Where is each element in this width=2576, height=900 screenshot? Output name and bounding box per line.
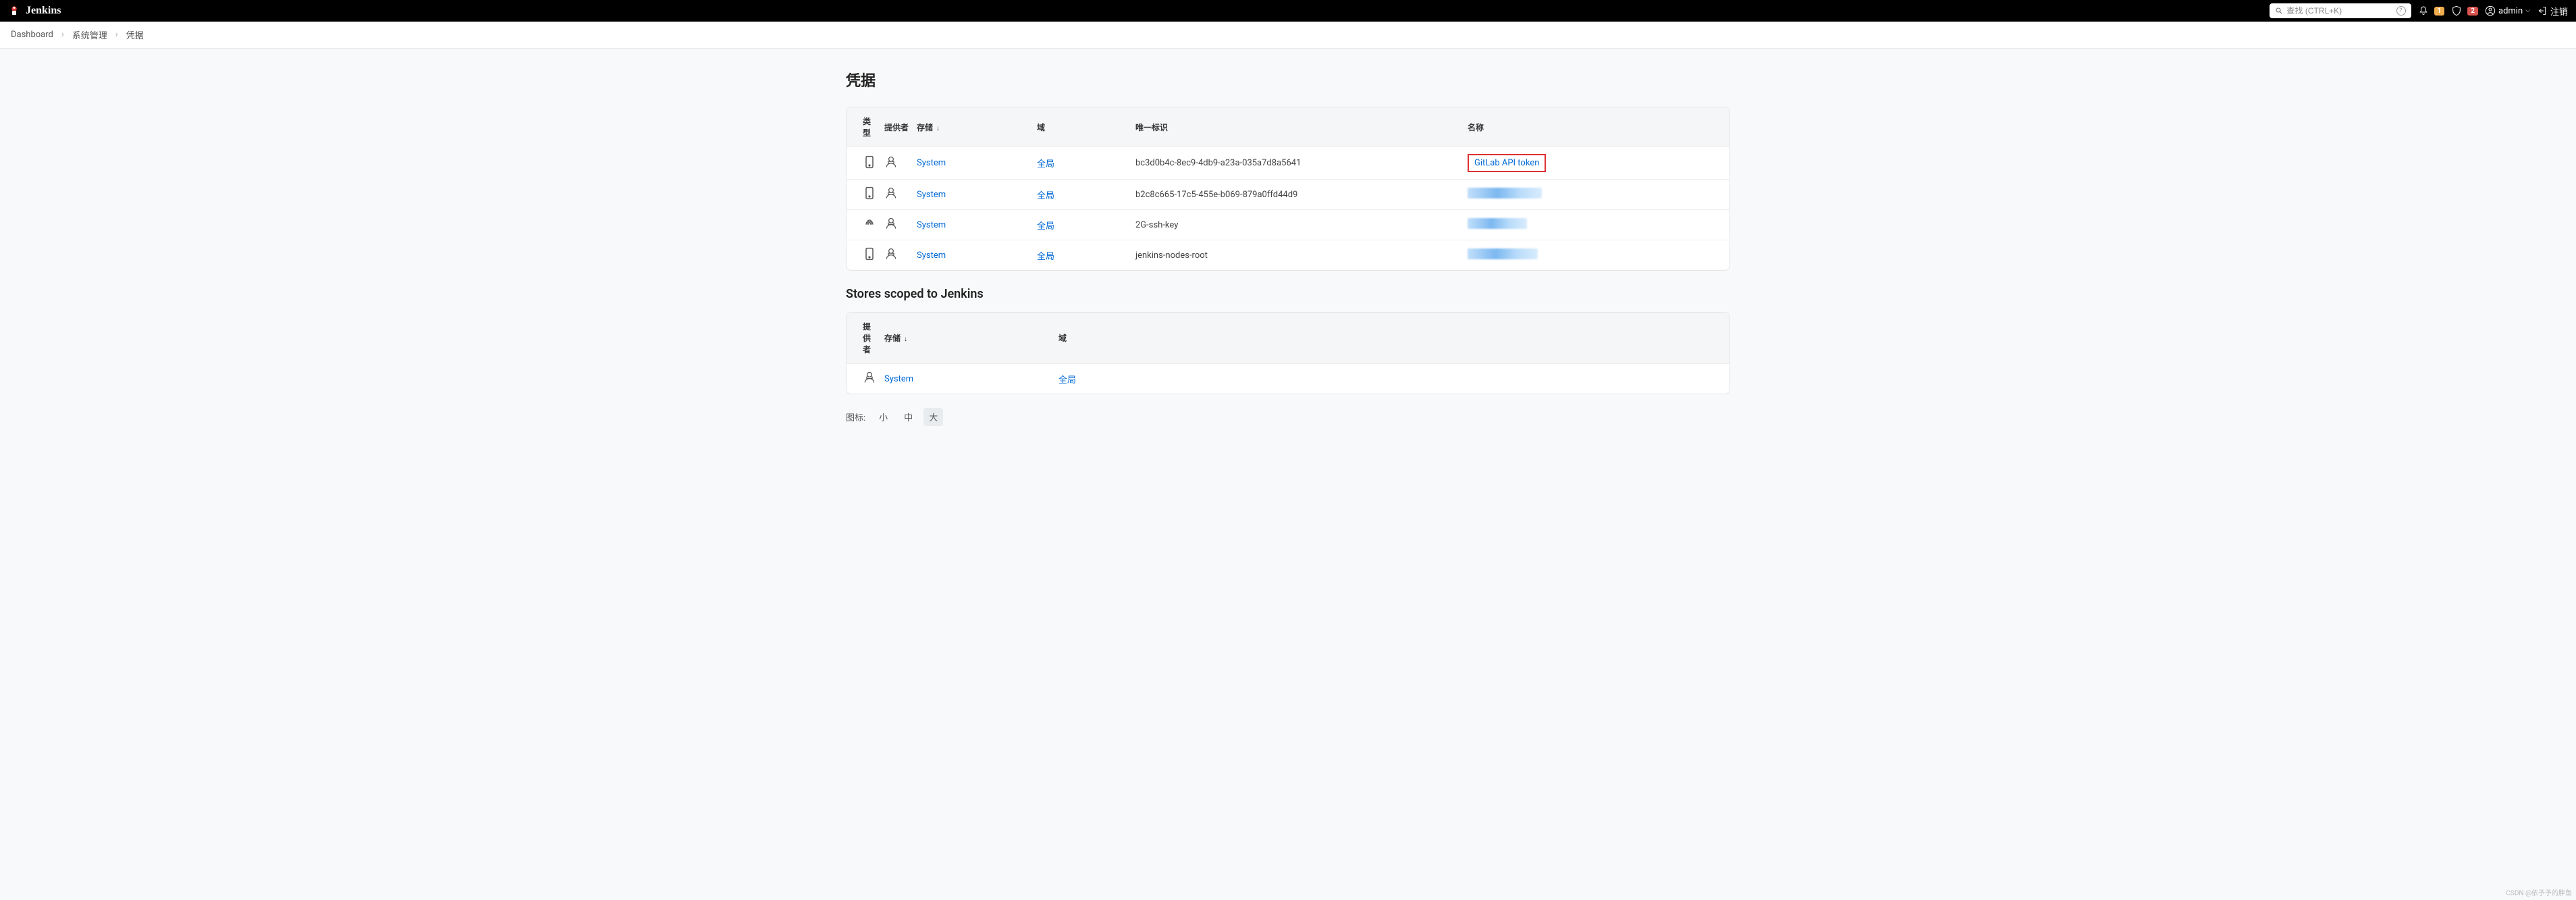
size-medium-button[interactable]: 中 [898,408,918,426]
col-type[interactable]: 类型 [847,107,880,147]
col-store[interactable]: 存储 ↓ [880,313,1054,364]
top-header: Jenkins ? 1 2 admin ⌵ 注销 [0,0,2576,22]
domain-link[interactable]: 全局 [1037,221,1054,232]
user-icon [2485,5,2496,16]
stores-table-panel: 提供者 存储 ↓ 域 System 全局 [846,312,1730,394]
store-link[interactable]: System [917,250,946,261]
main-content: 凭据 类型 提供者 存储 ↓ 域 唯一标识 名称 System 全局 bc3d0b4… [846,49,1730,440]
logout-label: 注销 [2550,5,2568,18]
notification-badge[interactable]: 1 [2434,7,2445,16]
chevron-right-icon: › [61,30,64,40]
sort-down-icon: ↓ [904,336,907,343]
alert-badge[interactable]: 2 [2467,7,2478,16]
store-link[interactable]: System [917,190,946,200]
redacted-name[interactable] [1468,248,1538,259]
page-title: 凭据 [846,69,1730,90]
user-menu[interactable]: admin ⌵ [2485,5,2530,16]
chevron-down-icon: ⌵ [2525,7,2530,14]
help-icon[interactable]: ? [2396,6,2406,16]
domain-link[interactable]: 全局 [1037,191,1054,201]
credentials-table: 类型 提供者 存储 ↓ 域 唯一标识 名称 System 全局 bc3d0b4c-8… [847,107,1729,270]
breadcrumb: Dashboard › 系统管理 › 凭据 [0,22,2576,49]
provider-icon [884,217,898,230]
col-domain[interactable]: 域 [1054,313,1729,364]
search-icon [2275,7,2283,15]
footer-watermark: CSDN @依予予的胖鱼 [2506,887,2572,897]
col-name[interactable]: 名称 [1464,107,1729,147]
credential-id: 2G-ssh-key [1131,210,1464,240]
col-provider[interactable]: 提供者 [880,107,913,147]
icon-size-selector: 图标: 小 中 大 [846,408,1730,426]
notification-bell-icon[interactable] [2418,5,2429,16]
credential-id: jenkins-nodes-root [1131,240,1464,271]
redacted-name[interactable] [1468,218,1527,229]
cred-token-icon [863,186,876,200]
domain-link[interactable]: 全局 [1037,159,1054,169]
jenkins-logo-icon[interactable] [8,5,20,17]
credentials-table-panel: 类型 提供者 存储 ↓ 域 唯一标识 名称 System 全局 bc3d0b4c-8… [846,107,1730,271]
col-id[interactable]: 唯一标识 [1131,107,1464,147]
provider-icon [884,186,898,200]
iconsize-label: 图标: [846,411,865,423]
provider-icon [884,247,898,261]
brand-label[interactable]: Jenkins [26,5,61,17]
store-link[interactable]: System [917,220,946,230]
chevron-right-icon: › [115,30,118,40]
section-title: Stores scoped to Jenkins [846,287,1730,301]
credential-name-link[interactable]: GitLab API token [1474,158,1539,168]
table-row: System 全局 bc3d0b4c-8ec9-4db9-a23a-035a7d8a… [847,147,1729,180]
header-left: Jenkins [8,5,61,17]
redacted-name[interactable] [1468,188,1542,198]
domain-link[interactable]: 全局 [1058,375,1076,386]
store-link[interactable]: System [917,158,946,168]
breadcrumb-item[interactable]: Dashboard [11,30,53,40]
table-row: System 全局 2G-ssh-key [847,210,1729,240]
shield-alert-icon[interactable] [2451,5,2462,16]
credential-id: bc3d0b4c-8ec9-4db9-a23a-035a7d8a5641 [1131,147,1464,180]
logout-link[interactable]: 注销 [2537,5,2568,18]
username-label: admin [2498,6,2523,16]
provider-icon [863,371,876,384]
col-domain[interactable]: 域 [1033,107,1131,147]
breadcrumb-item[interactable]: 凭据 [126,28,144,41]
store-link[interactable]: System [884,374,913,384]
table-row: System 全局 [847,364,1729,394]
search-input[interactable] [2287,6,2394,16]
col-provider[interactable]: 提供者 [847,313,880,364]
stores-table: 提供者 存储 ↓ 域 System 全局 [847,313,1729,394]
domain-link[interactable]: 全局 [1037,252,1054,262]
size-small-button[interactable]: 小 [874,408,893,426]
cred-token-icon [863,247,876,261]
credential-id: b2c8c665-17c5-455e-b069-879a0ffd44d9 [1131,180,1464,210]
sort-down-icon: ↓ [936,125,940,132]
cred-token-icon [863,155,876,169]
table-row: System 全局 b2c8c665-17c5-455e-b069-879a0ffd… [847,180,1729,210]
col-store[interactable]: 存储 ↓ [913,107,1033,147]
provider-icon [884,155,898,169]
header-right: ? 1 2 admin ⌵ 注销 [2270,3,2569,18]
cred-fingerprint-icon [863,217,876,230]
breadcrumb-item[interactable]: 系统管理 [72,28,107,41]
logout-icon [2537,5,2548,16]
size-large-button[interactable]: 大 [923,408,943,426]
search-box[interactable]: ? [2270,3,2411,18]
table-row: System 全局 jenkins-nodes-root [847,240,1729,271]
